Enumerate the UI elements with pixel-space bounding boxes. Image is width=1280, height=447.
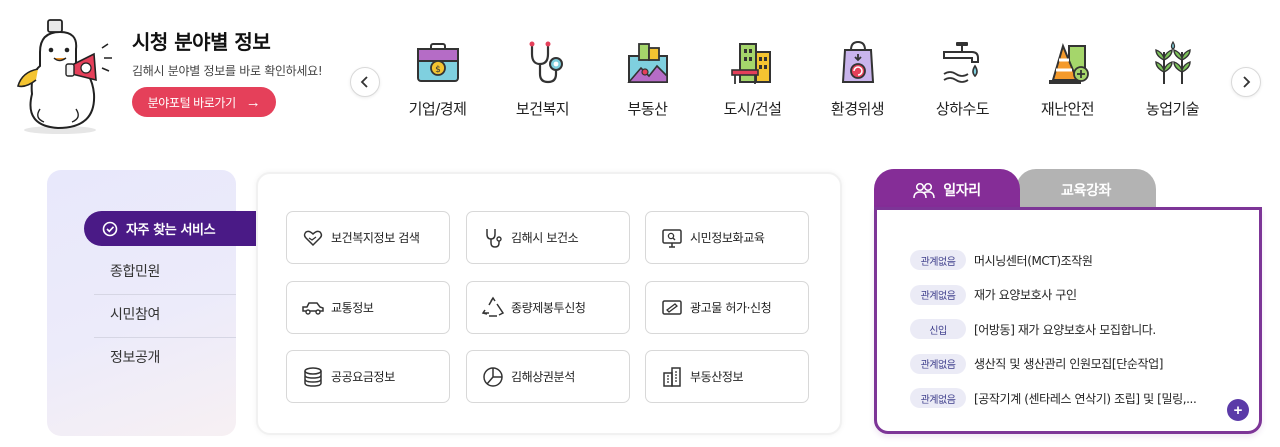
service-label: 김해상권분석 [511, 370, 575, 384]
job-title: [어방동] 재가 요양보호사 모집합니다. [974, 322, 1156, 337]
tab-education[interactable]: 교육강좌 [1016, 169, 1156, 211]
field-label: 환경위생 [830, 100, 885, 118]
intro-description: 김해시 분야별 정보를 바로 확인하세요! [132, 64, 323, 78]
field-item-real-estate[interactable]: 부동산 [595, 38, 700, 128]
service-real-estate-info-button[interactable]: 부동산정보 [645, 350, 809, 403]
monitor-search-icon [662, 228, 682, 248]
field-label: 보건복지 [515, 100, 570, 118]
traffic-cone-icon [1048, 42, 1089, 84]
job-list-item[interactable]: 관계없음 생산직 및 생산관리 인원모집[단순작업] [910, 347, 1250, 382]
pie-chart-icon [483, 366, 503, 387]
services-menu: 종합민원 시민참여 정보공개 [94, 252, 236, 381]
field-item-agriculture[interactable]: 농업기술 [1120, 38, 1225, 128]
job-experience-badge: 관계없음 [910, 250, 966, 271]
service-traffic-info-button[interactable]: 교통정보 [286, 281, 450, 334]
field-label: 부동산 [627, 100, 668, 118]
job-title: 생산직 및 생산관리 인원모집[단순작업] [974, 357, 1164, 372]
field-item-environment-hygiene[interactable]: 환경위생 [805, 38, 910, 128]
job-experience-badge: 관계없음 [910, 284, 966, 305]
service-commercial-analysis-button[interactable]: 김해상권분석 [466, 350, 630, 403]
frequent-services-tab[interactable]: 자주 찾는 서비스 [84, 211, 266, 246]
coins-stack-icon [304, 366, 322, 387]
job-title: [공작기계 (센타레스 연삭기) 조립] 및 [밀링,... [974, 391, 1197, 406]
arrow-right-icon: → [245, 93, 261, 111]
service-label: 교통정보 [331, 301, 374, 315]
recycle-bag-icon [841, 40, 874, 83]
buildings-icon [730, 43, 771, 84]
field-label: 기업/경제 [408, 100, 467, 118]
field-item-urban-construction[interactable]: 도시/건설 [700, 38, 805, 128]
briefcase-money-icon: $ [416, 43, 459, 82]
field-item-health-welfare[interactable]: 보건복지 [490, 38, 595, 128]
jobs-more-button[interactable]: + [1227, 399, 1249, 421]
field-item-business-economy[interactable]: $ 기업/경제 [385, 38, 490, 128]
job-experience-badge: 신입 [910, 319, 966, 340]
frequent-services-label: 자주 찾는 서비스 [126, 223, 216, 238]
city-map-icon [626, 43, 668, 83]
people-icon [913, 182, 936, 199]
service-welfare-search-button[interactable]: 보건복지정보 검색 [286, 211, 450, 264]
service-label: 부동산정보 [690, 370, 744, 384]
field-info-intro: 시청 분야별 정보 김해시 분야별 정보를 바로 확인하세요! 분야포털 바로가… [132, 26, 323, 117]
service-waste-bag-button[interactable]: 종량제봉투신청 [466, 281, 630, 334]
check-circle-icon [102, 221, 118, 236]
tab-jobs-label: 일자리 [943, 183, 981, 199]
services-menu-citizen-participation[interactable]: 시민참여 [94, 295, 236, 338]
chevron-right-icon [1243, 76, 1251, 88]
duck-mascot-illustration [17, 19, 112, 134]
service-label: 공공요금정보 [331, 370, 395, 384]
svg-text:$: $ [435, 65, 441, 75]
service-it-education-button[interactable]: 시민정보화교육 [645, 211, 809, 264]
service-label: 광고물 허가·신청 [690, 301, 772, 315]
chevron-left-icon [360, 76, 368, 88]
job-title: 머시닝센터(MCT)조작원 [974, 253, 1093, 268]
service-utility-fee-button[interactable]: 공공요금정보 [286, 350, 450, 403]
field-carousel: $ 기업/경제 보건복지 부동산 도시/건설 환경위생 상하수도 재난안전 농업… [385, 38, 1225, 128]
billboard-icon [662, 299, 682, 315]
recycle-icon [481, 296, 505, 317]
field-label: 재난안전 [1040, 100, 1095, 118]
job-title: 재가 요양보호사 구인 [974, 288, 1077, 303]
service-advertising-permit-button[interactable]: 광고물 허가·신청 [645, 281, 809, 334]
service-health-center-button[interactable]: 김해시 보건소 [466, 211, 630, 264]
jobs-panel: 관계없음 머시닝센터(MCT)조작원 관계없음 재가 요양보호사 구인 신입 [… [874, 207, 1262, 434]
tab-jobs[interactable]: 일자리 [874, 169, 1020, 211]
field-label: 상하수도 [935, 100, 990, 118]
service-label: 시민정보화교육 [690, 231, 765, 245]
job-experience-badge: 관계없음 [910, 388, 966, 409]
heart-hands-icon [303, 230, 323, 246]
intro-title: 시청 분야별 정보 [132, 30, 271, 54]
tab-education-label: 교육강좌 [1061, 183, 1111, 199]
field-item-disaster-safety[interactable]: 재난안전 [1015, 38, 1120, 128]
carousel-next-button[interactable] [1231, 67, 1261, 97]
car-icon [302, 301, 324, 315]
job-experience-badge: 관계없음 [910, 353, 966, 374]
job-list: 관계없음 머시닝센터(MCT)조작원 관계없음 재가 요양보호사 구인 신입 [… [910, 243, 1250, 416]
field-label: 농업기술 [1145, 100, 1200, 118]
carousel-prev-button[interactable] [350, 67, 380, 97]
portal-button-label: 분야포털 바로가기 [147, 95, 236, 110]
services-menu-info-disclosure[interactable]: 정보공개 [94, 338, 236, 381]
faucet-icon [942, 42, 979, 83]
services-menu-general-civil[interactable]: 종합민원 [94, 252, 236, 295]
services-panel: 보건복지정보 검색 김해시 보건소 시민정보화교육 교통정보 종량제봉투신청 광… [256, 172, 842, 435]
field-portal-button[interactable]: 분야포털 바로가기 → [132, 87, 276, 117]
building-icon [663, 366, 681, 387]
stethoscope-icon [486, 228, 502, 248]
job-list-item[interactable]: 관계없음 재가 요양보호사 구인 [910, 278, 1250, 313]
service-label: 보건복지정보 검색 [331, 231, 420, 245]
stethoscope-icon [529, 41, 563, 84]
field-label: 도시/건설 [723, 100, 782, 118]
field-item-water-sewage[interactable]: 상하수도 [910, 38, 1015, 128]
service-label: 김해시 보건소 [511, 231, 579, 245]
job-list-item[interactable]: 관계없음 머시닝센터(MCT)조작원 [910, 243, 1250, 278]
job-list-item[interactable]: 관계없음 [공작기계 (센타레스 연삭기) 조립] 및 [밀링,... [910, 381, 1250, 416]
service-label: 종량제봉투신청 [511, 301, 586, 315]
crops-icon [1154, 40, 1191, 84]
job-list-item[interactable]: 신입 [어방동] 재가 요양보호사 모집합니다. [910, 312, 1250, 347]
